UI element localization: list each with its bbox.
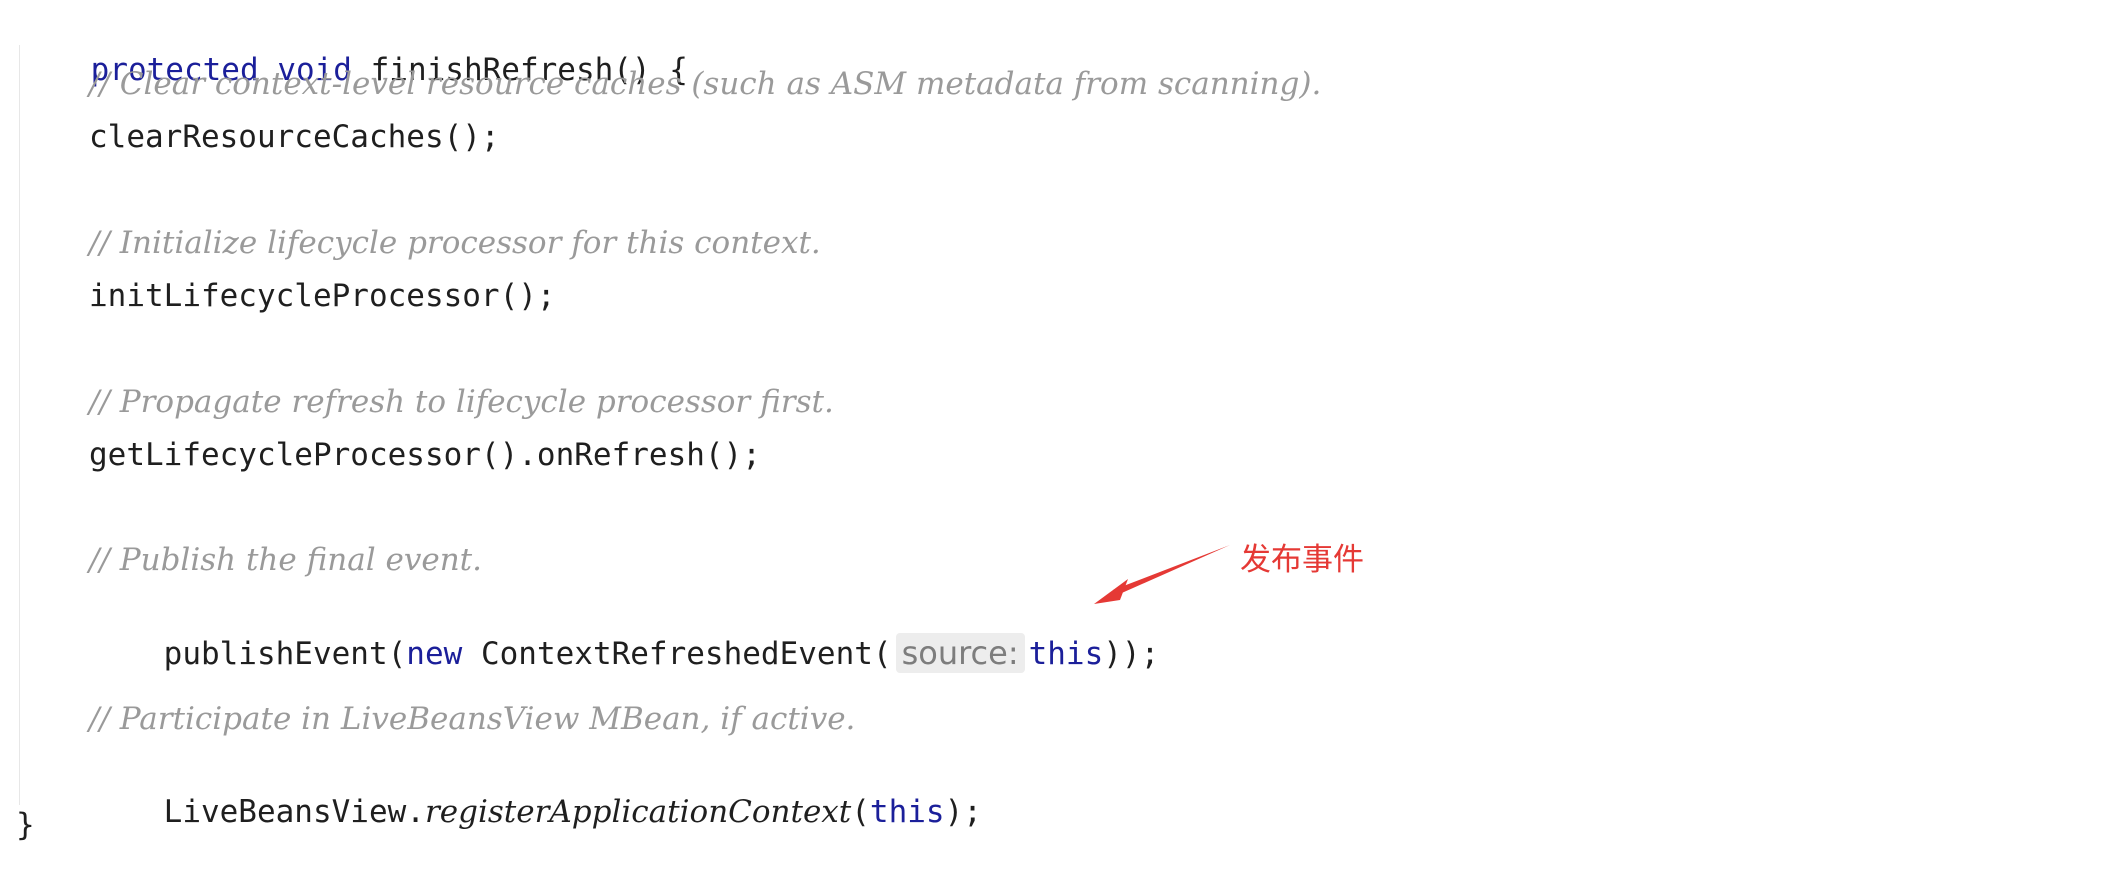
comment-propagate-refresh[interactable]: // Propagate refresh to lifecycle proces… <box>89 382 834 422</box>
comment-publish-event[interactable]: // Publish the final event. <box>89 540 482 580</box>
parameter-hint: source: <box>895 633 1025 673</box>
class-name: LiveBeansView. <box>163 794 425 830</box>
method-signature-line[interactable]: protected void finishRefresh() { <box>16 10 688 88</box>
keyword-new: new <box>406 636 463 672</box>
open-paren: ( <box>851 794 870 830</box>
code-editor[interactable]: protected void finishRefresh() { // Clea… <box>0 0 2102 855</box>
closing-brace[interactable]: } <box>16 805 35 845</box>
comment-init-lifecycle[interactable]: // Initialize lifecycle processor for th… <box>89 223 821 263</box>
code-clear-resource-caches[interactable]: clearResourceCaches(); <box>89 117 500 157</box>
keyword-this-2: this <box>869 794 945 830</box>
annotation-label: 发布事件 <box>1240 542 1364 578</box>
code-register-application-context[interactable]: LiveBeansView.registerApplicationContext… <box>89 752 982 830</box>
publish-event-call: publishEvent( <box>163 636 407 672</box>
code-publish-event-line[interactable]: publishEvent(new ContextRefreshedEvent(s… <box>89 593 1159 673</box>
keyword-this: this <box>1028 636 1104 672</box>
comment-live-beans-view[interactable]: // Participate in LiveBeansView MBean, i… <box>89 699 855 739</box>
code-init-lifecycle-processor[interactable]: initLifecycleProcessor(); <box>89 276 556 316</box>
call-suffix: )); <box>1103 636 1160 672</box>
indent-guide <box>19 45 20 805</box>
close-paren: ); <box>944 794 982 830</box>
code-get-lifecycle-processor[interactable]: getLifecycleProcessor().onRefresh(); <box>89 435 761 475</box>
comment-clear-caches[interactable]: // Clear context-level resource caches (… <box>89 64 1321 104</box>
constructor-call: ContextRefreshedEvent( <box>462 636 892 672</box>
static-method-name: registerApplicationContext <box>424 794 852 830</box>
